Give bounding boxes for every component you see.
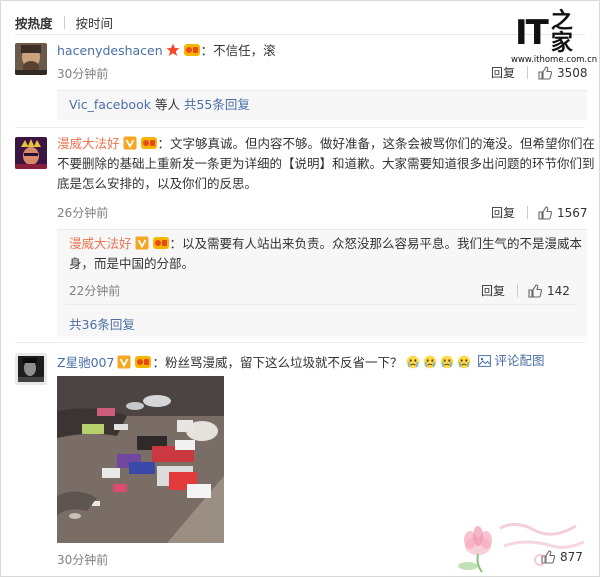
comment-body: ：以及需要有人站出来负责。众怒没那么容易平息。我们生气的不是漫威本 <box>169 236 583 251</box>
divider <box>527 66 529 79</box>
crying-emoji-icon <box>406 355 420 369</box>
timestamp: 30分钟前 <box>57 553 109 567</box>
reply-button[interactable]: 回复 <box>481 282 517 299</box>
avatar[interactable] <box>15 43 47 75</box>
username[interactable]: 漫威大法好 <box>57 136 120 151</box>
avatar[interactable] <box>15 137 47 169</box>
thumb-up-icon[interactable] <box>538 205 553 220</box>
thumb-up-icon[interactable] <box>528 283 543 298</box>
verified-v-icon[interactable] <box>123 136 137 150</box>
comment-actions: 回复 3508 <box>491 64 588 81</box>
comment-photo[interactable] <box>57 376 224 543</box>
comment-text: Z星驰007 ：粉丝骂漫威，留下这么垃圾就不反省一下？ 评论配图 <box>57 352 544 372</box>
divider <box>15 127 585 128</box>
ithome-watermark: IT 之家 www.ithome.com.cn <box>511 11 597 69</box>
crying-emoji-icon <box>457 355 471 369</box>
like-count: 3508 <box>557 65 588 80</box>
comment-body: 底是怎么安排的，以及你们的反思。 <box>57 176 258 191</box>
view-replies-link[interactable]: 共36条回复 <box>69 314 135 333</box>
ithome-logo: IT 之家 <box>515 11 585 55</box>
comment-body: ：文字够真诚。但内容不够。做好准备，这条会被骂你们的淹没。但希望你们在 <box>157 136 596 151</box>
ithome-logo-char: 之家 <box>550 9 573 56</box>
sort-bar: 按热度 按时间 <box>15 13 113 31</box>
vip-badge-icon[interactable] <box>183 43 201 57</box>
timestamp: 26分钟前 <box>57 206 109 220</box>
crying-emoji-icon <box>440 355 454 369</box>
ithome-logo-text: IT <box>515 13 549 53</box>
username[interactable]: Z星驰007 <box>57 355 114 370</box>
comment-text: hacenydeshacen ：不信任，滚 <box>57 42 276 60</box>
replies-summary: Vic_facebook 等人 共55条回复 <box>69 96 250 114</box>
divider <box>15 34 585 35</box>
reply-button[interactable]: 回复 <box>491 64 527 81</box>
like-count: 1567 <box>557 205 588 220</box>
vip-badge-icon[interactable] <box>134 355 152 369</box>
comment-body: ：粉丝骂漫威，留下这么垃圾就不反省一下？ <box>152 355 403 370</box>
sort-by-time-tab[interactable]: 按时间 <box>76 13 114 32</box>
comment-image-label: 评论配图 <box>494 353 545 368</box>
reply-button[interactable]: 回复 <box>491 204 527 221</box>
comment-actions: 回复 142 <box>481 282 570 299</box>
divider <box>517 284 519 297</box>
comment-actions: 回复 1567 <box>491 204 588 221</box>
thumb-up-icon[interactable] <box>538 65 553 80</box>
image-icon <box>478 355 492 367</box>
lotus-watermark <box>456 516 592 574</box>
timestamp: 30分钟前 <box>57 67 109 81</box>
verified-v-icon[interactable] <box>117 355 131 369</box>
weibo-comment-panel: 按热度 按时间 IT 之家 www.ithome.com.cn hacenyde… <box>0 0 600 577</box>
crying-emoji-icon <box>423 355 437 369</box>
sub-reply-text: 漫威大法好 ：以及需要有人站出来负责。众怒没那么容易平息。我们生气的不是漫威本 … <box>69 234 582 274</box>
comment-body: 身，而是中国的分部。 <box>69 256 195 271</box>
username[interactable]: hacenydeshacen <box>57 43 163 58</box>
vip-badge-icon[interactable] <box>140 136 158 150</box>
divider <box>15 342 585 343</box>
vip-badge-icon[interactable] <box>152 236 170 250</box>
divider <box>65 304 577 305</box>
view-replies-link[interactable]: 共55条回复 <box>184 97 250 112</box>
timestamp: 22分钟前 <box>69 284 121 298</box>
replies-suffix: 等人 <box>150 97 184 112</box>
star-icon[interactable] <box>166 43 180 57</box>
divider <box>527 206 529 219</box>
username[interactable]: 漫威大法好 <box>69 236 132 251</box>
like-count: 142 <box>547 283 570 298</box>
divider <box>63 15 65 29</box>
sort-by-hot-tab[interactable]: 按热度 <box>15 13 53 32</box>
avatar[interactable] <box>15 353 47 385</box>
comment-text: 漫威大法好 ：文字够真诚。但内容不够。做好准备，这条会被骂你们的淹没。但希望你们… <box>57 134 597 194</box>
comment-image-link[interactable]: 评论配图 <box>478 352 544 370</box>
reply-user-link[interactable]: Vic_facebook <box>69 97 151 112</box>
comment-body: 不要删除的基础上重新发一条更为详细的【说明】和道歉。大家需要知道很多出问题的环节… <box>57 156 595 171</box>
comment-body: ：不信任，滚 <box>200 43 276 58</box>
verified-v-icon[interactable] <box>135 236 149 250</box>
